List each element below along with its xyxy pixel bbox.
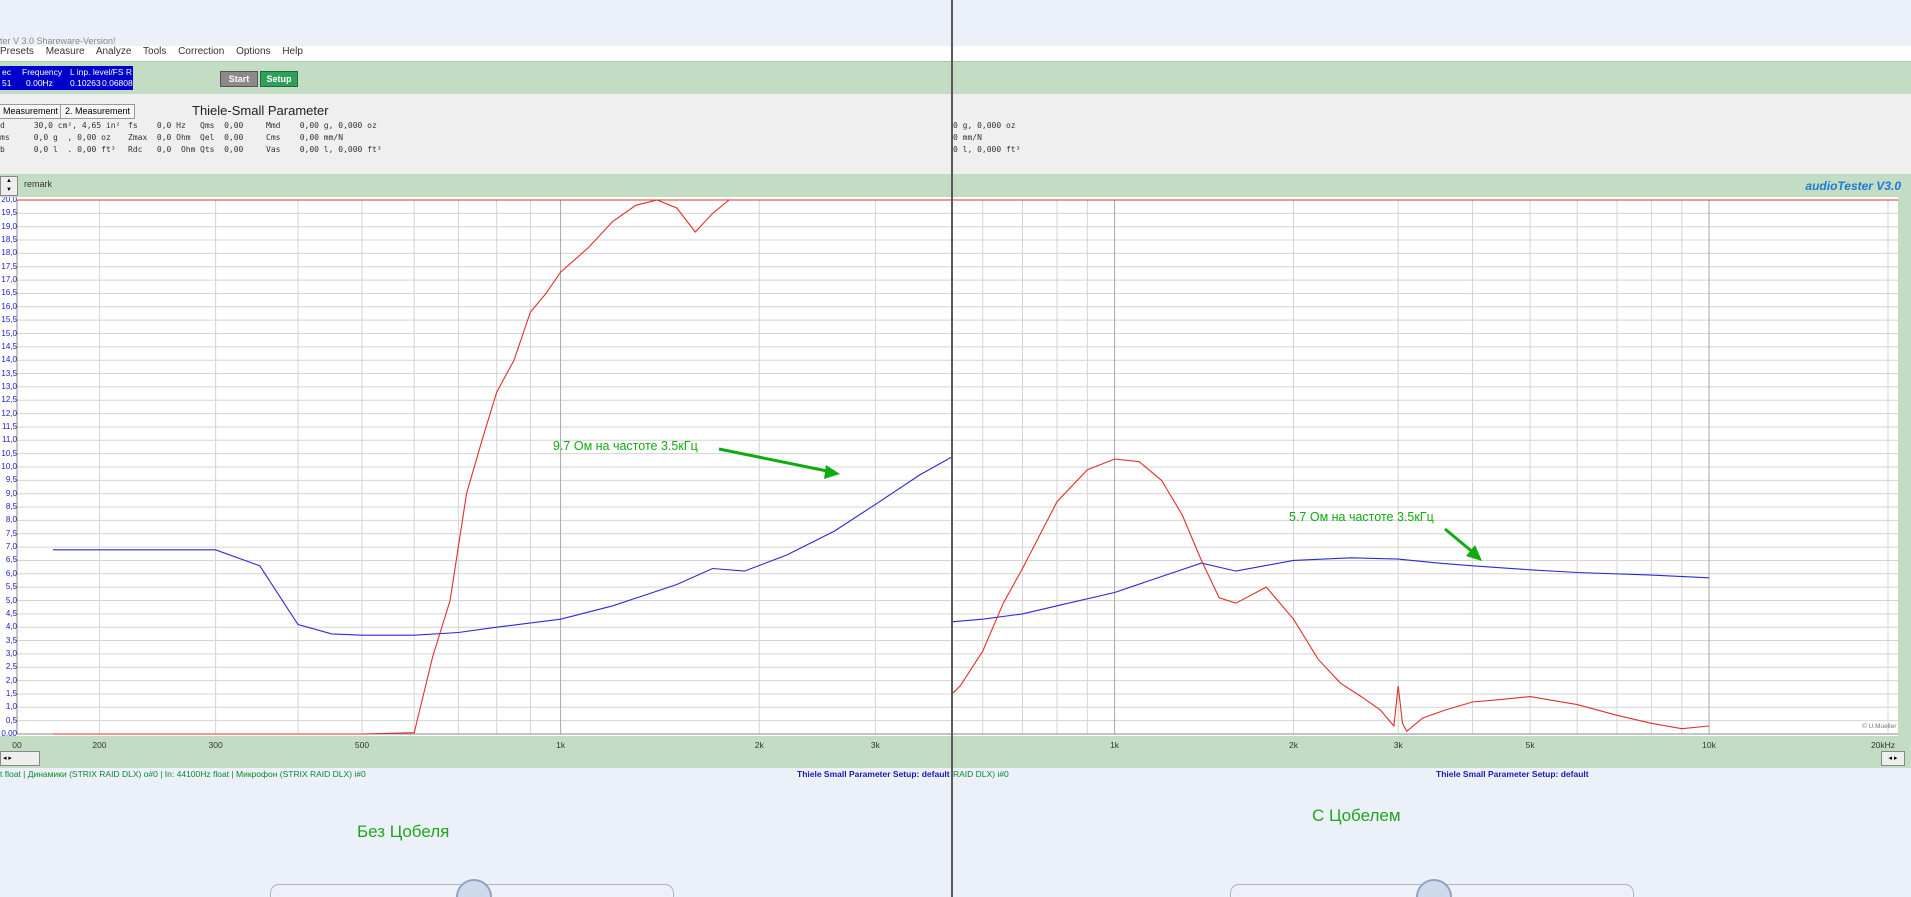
left-window: ter V 3.0 Shareware-Version! Presets Mea… [0, 0, 952, 897]
caption-right: С Цобелем [1312, 806, 1401, 825]
viewer-toolbar-right[interactable] [1230, 879, 1634, 897]
annotation-arrow-right [1444, 527, 1482, 561]
right-window: 0 g, 0,000 oz 0 mm/N 0 l, 0,000 ft³ 10 0… [953, 0, 1911, 897]
viewer-toolbar[interactable] [270, 879, 674, 897]
annotation-arrow-left [718, 447, 840, 479]
caption-left: Без Цобеля [357, 822, 450, 841]
